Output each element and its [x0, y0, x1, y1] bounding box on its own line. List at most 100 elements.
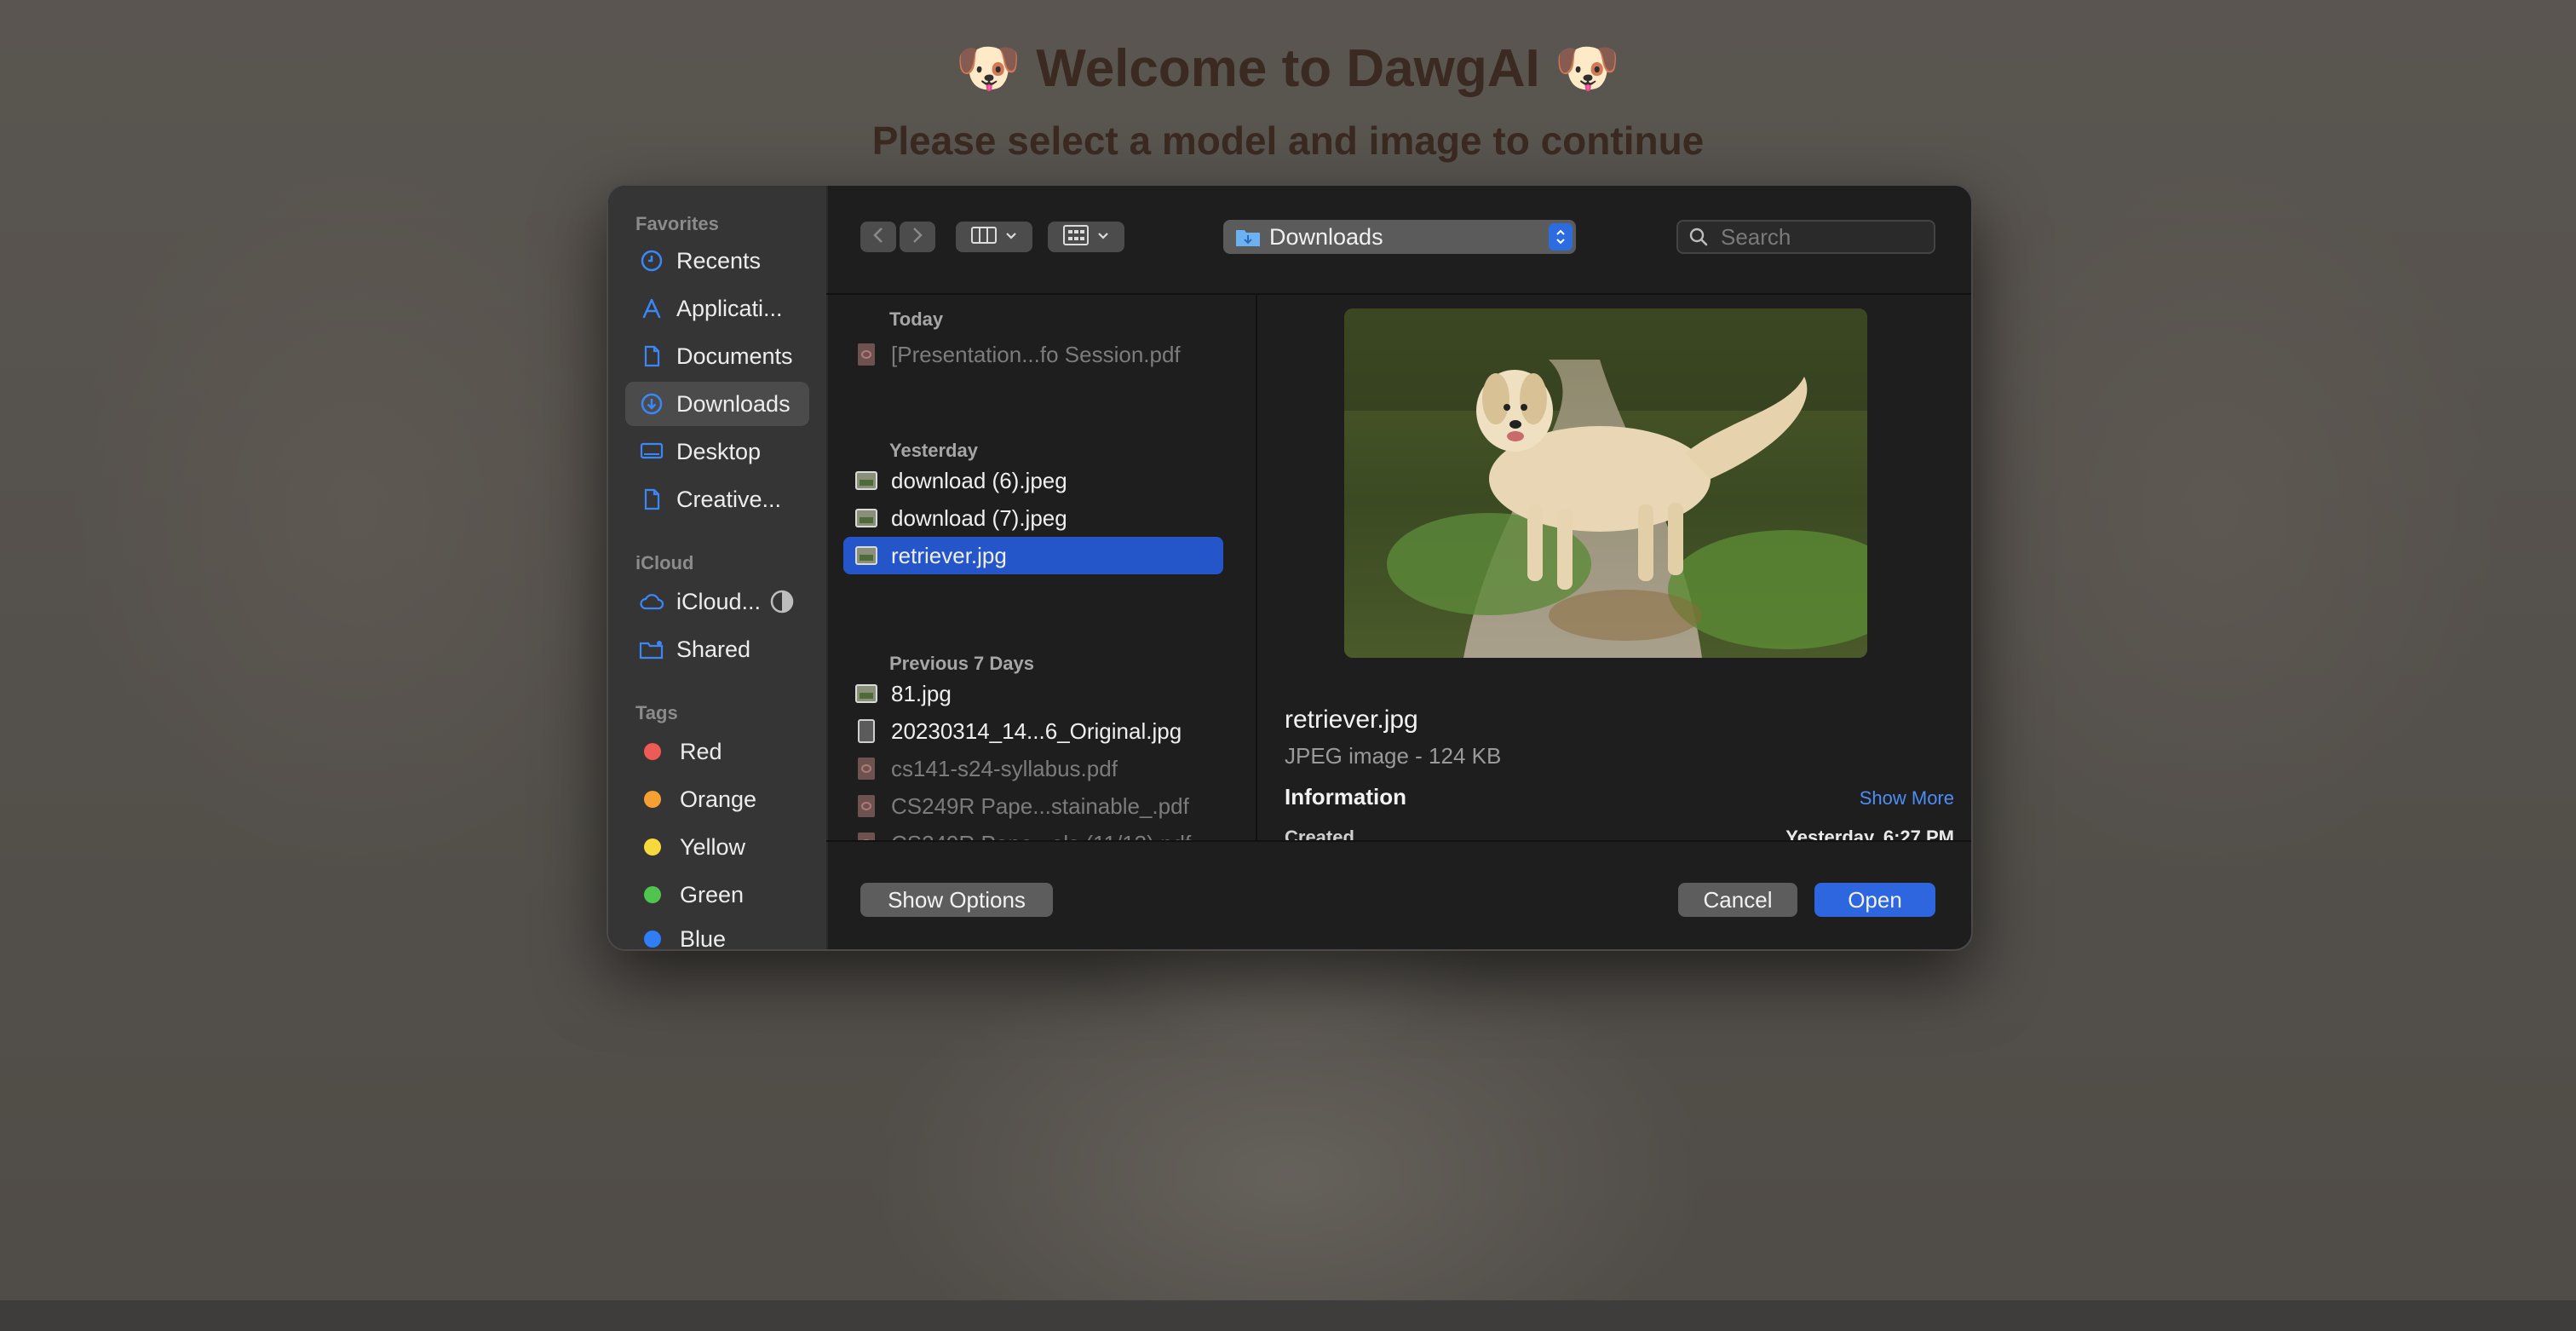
group-header-previous-7-days: Previous 7 Days [889, 653, 1034, 674]
pdf-file-icon [858, 343, 875, 366]
yellow-tag-dot-icon [644, 838, 661, 856]
sidebar-item-label: Red [680, 738, 722, 764]
group-by-button[interactable] [1048, 222, 1124, 252]
sidebar-tag-yellow[interactable]: Yellow [625, 825, 809, 869]
bottom-bar [0, 1300, 2576, 1331]
file-row[interactable]: download (7).jpeg [843, 499, 1223, 537]
icloud-heading: iCloud [635, 552, 694, 573]
sidebar-tag-orange[interactable]: Orange [625, 777, 809, 821]
sidebar-item-label: Orange [680, 786, 757, 812]
view-mode-button[interactable] [956, 222, 1032, 252]
file-row[interactable]: 81.jpg [843, 675, 1223, 712]
file-row[interactable]: CS249R Pape...stainable_.pdf [843, 787, 1223, 825]
search-input[interactable] [1719, 222, 1918, 251]
preview-info-panel: retriever.jpg JPEG image - 124 KB Inform… [1257, 295, 1971, 840]
file-row[interactable]: CS249R Pape...els (11/13).pdf [843, 825, 1223, 840]
cloud-icon [639, 589, 664, 614]
sidebar-item-applications[interactable]: Applicati... [625, 286, 809, 331]
file-name: retriever.jpg [891, 542, 1007, 568]
chevron-down-icon [1005, 229, 1017, 245]
page-subtitle: Please select a model and image to conti… [871, 118, 1705, 163]
orange-tag-dot-icon [644, 791, 661, 808]
blue-tag-dot-icon [644, 931, 661, 948]
preview-file-name: retriever.jpg [1285, 706, 1418, 734]
clock-icon [639, 248, 664, 274]
group-header-yesterday: Yesterday [889, 440, 978, 461]
show-options-button[interactable]: Show Options [860, 883, 1053, 917]
preview-file-kind: JPEG image - 124 KB [1285, 743, 1502, 769]
chevron-right-icon [911, 226, 923, 249]
file-name: CS249R Pape...stainable_.pdf [891, 792, 1189, 819]
file-row-selected[interactable]: retriever.jpg [843, 537, 1223, 574]
file-row[interactable]: 20230314_14...6_Original.jpg [843, 712, 1223, 750]
sidebar-item-label: Blue [680, 925, 727, 951]
search-icon [1688, 227, 1709, 247]
sidebar-item-recents[interactable]: Recents [625, 239, 809, 283]
sidebar-item-label: Green [680, 881, 745, 908]
applications-icon [639, 296, 664, 321]
back-button[interactable] [860, 222, 896, 252]
file-row[interactable]: cs141-s24-syllabus.pdf [843, 750, 1223, 787]
sidebar-item-label: Downloads [676, 390, 791, 417]
created-label: Created [1285, 827, 1354, 840]
file-name: 81.jpg [891, 680, 952, 706]
sidebar-item-label: Creative... [676, 486, 782, 512]
chevron-left-icon [872, 226, 884, 249]
image-file-icon [858, 719, 875, 743]
sidebar-item-shared[interactable]: Shared [625, 627, 809, 671]
pdf-file-icon [858, 758, 875, 780]
file-name: CS249R Pape...els (11/13).pdf [891, 831, 1191, 841]
open-button[interactable]: Open [1814, 883, 1935, 917]
file-name: 20230314_14...6_Original.jpg [891, 717, 1182, 744]
sidebar-tag-green[interactable]: Green [625, 873, 809, 917]
sidebar-item-downloads[interactable]: Downloads [625, 382, 809, 426]
sidebar-item-documents[interactable]: Documents [625, 334, 809, 378]
sidebar-item-label: Desktop [676, 438, 762, 464]
sidebar-item-label: Applicati... [676, 295, 783, 321]
file-name: cs141-s24-syllabus.pdf [891, 755, 1118, 781]
sidebar-tag-blue[interactable]: Blue [625, 917, 809, 951]
sidebar-item-label: iCloud... [676, 588, 762, 614]
created-value: Yesterday, 6:27 PM [1785, 827, 1954, 840]
file-list: Today [Presentation...fo Session.pdf Yes… [826, 295, 1256, 840]
sidebar-item-creative[interactable]: Creative... [625, 477, 809, 521]
image-file-icon [855, 684, 877, 703]
sidebar-item-label: Recents [676, 247, 762, 274]
sidebar-item-label: Documents [676, 343, 793, 369]
cancel-button[interactable]: Cancel [1678, 883, 1797, 917]
document-icon [639, 487, 664, 512]
download-circle-icon [639, 391, 664, 417]
green-tag-dot-icon [644, 886, 661, 903]
file-open-dialog: Favorites Recents Applicati... Documents… [607, 184, 1973, 951]
file-row[interactable]: download (6).jpeg [843, 462, 1223, 499]
location-select[interactable]: Downloads [1223, 220, 1576, 254]
pdf-file-icon [858, 833, 875, 840]
desktop-icon [639, 439, 664, 464]
columns-view-icon [971, 226, 997, 249]
search-field[interactable] [1676, 220, 1935, 254]
footer-divider [826, 840, 1971, 842]
sidebar-item-icloud-drive[interactable]: iCloud... [625, 579, 809, 624]
location-label: Downloads [1269, 223, 1383, 250]
grid-icon [1063, 224, 1089, 250]
favorites-heading: Favorites [635, 213, 719, 234]
sidebar-tag-red[interactable]: Red [625, 729, 809, 774]
document-icon [639, 343, 664, 369]
file-row[interactable]: [Presentation...fo Session.pdf [843, 336, 1223, 373]
downloads-folder-icon [1235, 227, 1261, 247]
image-file-icon [855, 546, 877, 565]
sync-progress-icon [769, 589, 795, 614]
sidebar-item-label: Shared [676, 636, 751, 662]
chevron-down-icon [1097, 229, 1109, 245]
pdf-file-icon [858, 795, 875, 817]
forward-button[interactable] [900, 222, 935, 252]
group-header-today: Today [889, 308, 944, 330]
page-title: 🐶 Welcome to DawgAI 🐶 [955, 39, 1621, 98]
tags-heading: Tags [635, 702, 678, 723]
information-heading: Information [1285, 784, 1406, 810]
red-tag-dot-icon [644, 743, 661, 760]
show-more-link[interactable]: Show More [1860, 787, 1954, 810]
image-file-icon [855, 471, 877, 490]
file-name: [Presentation...fo Session.pdf [891, 341, 1181, 367]
sidebar-item-desktop[interactable]: Desktop [625, 429, 809, 474]
